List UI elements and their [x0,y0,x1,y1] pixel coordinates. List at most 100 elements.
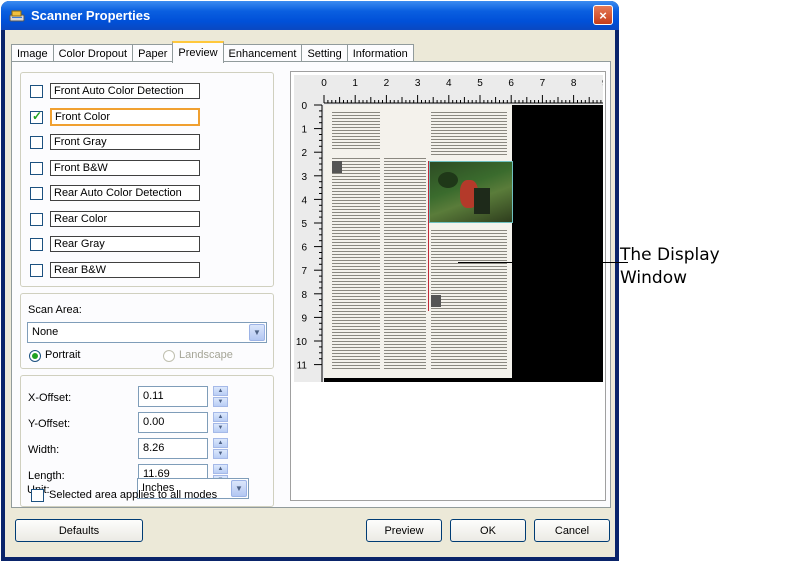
y-offset-field[interactable]: 0.00 [138,412,208,433]
left-ruler-label: 11 [297,361,308,372]
left-ruler-label: 2 [301,148,307,159]
arrow-up-icon[interactable]: ▲ [213,412,228,422]
top-ruler-label: 4 [446,78,452,89]
scan-area-group: Scan Area: None ▼ Portrait Landscape [20,293,274,369]
mode-item[interactable]: Front B&W [50,159,200,176]
annotation-line-2: Window [620,268,688,288]
defaults-button[interactable]: Defaults [15,519,143,542]
mode-checkbox[interactable] [30,85,43,98]
chevron-down-icon[interactable]: ▼ [249,324,265,341]
tab-enhancement[interactable]: Enhancement [222,44,303,62]
annotation-line-1: The Display [620,245,720,265]
scanner-icon [9,10,25,22]
top-ruler-label: 5 [477,78,483,89]
top-ruler-label: 2 [384,78,390,89]
left-ruler-label: 7 [301,266,307,277]
chevron-down-icon[interactable]: ▼ [231,480,247,497]
x-offset-spinner[interactable]: ▲ ▼ [213,386,228,407]
tab-setting[interactable]: Setting [301,44,348,62]
ok-button[interactable]: OK [450,519,526,542]
top-ruler-label: 7 [540,78,546,89]
portrait-radio[interactable] [29,350,41,362]
arrow-up-icon[interactable]: ▲ [213,386,228,396]
arrow-down-icon[interactable]: ▼ [213,423,228,433]
top-ruler-label: 6 [508,78,514,89]
mode-list-group: Front Auto Color Detection Front Color Fro… [20,72,274,287]
arrow-up-icon[interactable]: ▲ [213,438,228,448]
display-window-annotation: The Display Window [620,244,720,290]
dialog-client: Image Color Dropout Paper Preview Enhancemen… [5,30,615,557]
mode-item[interactable]: Front Color [50,107,200,126]
mode-item[interactable]: Rear Color [50,210,200,227]
scan-area-select[interactable]: None [27,322,267,343]
width-label: Width: [28,444,60,456]
text-column [332,157,380,369]
mode-item[interactable]: Rear Auto Color Detection [50,185,200,201]
top-ruler-label: 0 [321,78,327,89]
crop-line [428,161,429,311]
left-ruler-label: 10 [296,337,308,348]
title-bar[interactable]: Scanner Properties × [1,1,619,30]
tab-paper[interactable]: Paper [132,44,174,62]
top-ruler-label: 8 [571,78,577,89]
left-ruler-label: 3 [301,172,307,183]
left-ruler-label: 8 [301,290,307,301]
close-button[interactable]: × [593,5,613,25]
landscape-radio[interactable] [163,350,175,362]
width-spinner[interactable]: ▲ ▼ [213,438,228,459]
scanned-photo [429,161,513,223]
left-ruler-label: 0 [301,101,307,112]
mode-checkbox[interactable] [30,109,43,124]
mode-checkbox[interactable] [30,161,43,175]
apply-all-label: Selected area applies to all modes [49,489,218,501]
mode-checkbox[interactable] [30,263,43,277]
mode-item[interactable]: Rear Gray [50,236,200,252]
apply-all-checkbox[interactable] [31,489,44,502]
landscape-label: Landscape [179,349,233,361]
drop-cap [431,295,441,307]
tab-color-dropout[interactable]: Color Dropout [52,44,134,62]
mode-item[interactable]: Rear B&W [50,261,200,278]
portrait-label: Portrait [45,349,81,361]
y-offset-label: Y-Offset: [28,418,71,430]
tab-image[interactable]: Image [11,44,54,62]
top-ruler-label: 1 [352,78,358,89]
arrow-up-icon[interactable]: ▲ [213,464,228,474]
scanned-page [324,105,513,378]
y-offset-spinner[interactable]: ▲ ▼ [213,412,228,433]
x-offset-label: X-Offset: [28,392,72,404]
tab-information[interactable]: Information [346,44,414,62]
preview-canvas[interactable]: 0 1 2 3 4 5 6 7 8 9 0 1 2 3 4 5 6 7 8 9 10 11 [294,75,603,382]
window-title: Scanner Properties [31,8,151,23]
drop-cap [332,161,342,173]
left-ruler-label: 6 [301,243,307,254]
arrow-down-icon[interactable]: ▼ [213,397,228,407]
cancel-button[interactable]: Cancel [534,519,610,542]
mode-checkbox[interactable] [30,212,43,226]
mode-checkbox[interactable] [30,187,43,200]
text-column [384,157,426,369]
left-ruler-label: 9 [301,313,307,324]
arrow-down-icon[interactable]: ▼ [213,449,228,459]
length-label: Length: [28,470,65,482]
scanned-area [324,105,603,382]
mode-checkbox[interactable] [30,136,43,149]
tab-strip: Image Color Dropout Paper Preview Enhancemen… [11,41,414,63]
preview-button[interactable]: Preview [366,519,442,542]
mode-item[interactable]: Front Gray [50,134,200,150]
width-field[interactable]: 8.26 [138,438,208,459]
scan-area-label: Scan Area: [28,304,82,316]
preview-display-window[interactable]: 0 1 2 3 4 5 6 7 8 9 0 1 2 3 4 5 6 7 8 9 10 11 [290,71,606,501]
x-offset-field[interactable]: 0.11 [138,386,208,407]
scanner-properties-window: Scanner Properties × Image Color Dropout P… [1,1,619,561]
mode-checkbox[interactable] [30,238,43,251]
left-ruler-label: 1 [301,125,307,136]
top-ruler-label: 9 [602,78,603,89]
top-ruler-label: 3 [415,78,421,89]
mode-item[interactable]: Front Auto Color Detection [50,83,200,99]
left-ruler-label: 5 [301,219,307,230]
annotation-pointer-line [458,262,628,263]
left-ruler-label: 4 [301,195,307,206]
tab-preview[interactable]: Preview [172,41,224,63]
preview-tab-pane: Front Auto Color Detection Front Color Fro… [11,61,611,508]
